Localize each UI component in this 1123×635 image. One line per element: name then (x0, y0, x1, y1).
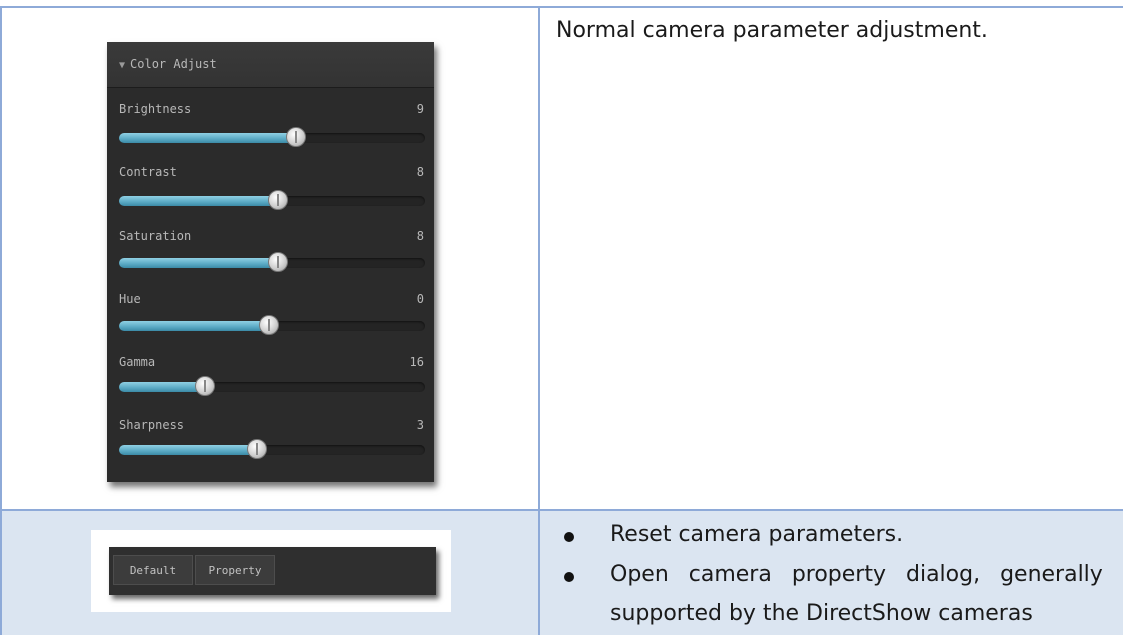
color-adjust-title-text: Color Adjust (130, 57, 217, 71)
color-adjust-header[interactable]: ▼ Color Adjust (107, 42, 434, 88)
bullet-item-property-line1: Open camera property dialog, generally (610, 562, 1103, 587)
bullet-icon (564, 532, 574, 542)
hue-label: Hue (119, 292, 141, 306)
sharpness-label: Sharpness (119, 418, 185, 432)
gamma-slider[interactable] (119, 376, 425, 396)
row1-description: Normal camera parameter adjustment. (556, 18, 988, 43)
contrast-slider-thumb[interactable] (268, 190, 288, 210)
table-border-middle (0, 509, 1123, 511)
property-button[interactable]: Property (195, 555, 275, 585)
contrast-slider[interactable] (119, 190, 425, 210)
hue-slider[interactable] (119, 315, 425, 335)
saturation-slider-fill (119, 258, 278, 268)
table-border-top (0, 6, 1123, 8)
hue-value: 0 (416, 292, 424, 306)
bullet-icon (564, 572, 574, 582)
contrast-label: Contrast (119, 165, 177, 179)
collapse-triangle-icon: ▼ (119, 60, 126, 71)
brightness-value: 9 (416, 102, 424, 116)
document-table: Normal camera parameter adjustment. ▼ Col… (0, 0, 1123, 635)
brightness-label: Brightness (119, 102, 192, 116)
contrast-slider-fill (119, 196, 278, 206)
bullet-item-property-line2: supported by the DirectShow cameras (610, 601, 1033, 626)
sharpness-slider-thumb[interactable] (247, 439, 267, 459)
table-border-left (0, 6, 2, 635)
saturation-value: 8 (416, 229, 424, 243)
saturation-slider[interactable] (119, 252, 425, 272)
gamma-slider-thumb[interactable] (195, 376, 215, 396)
brightness-slider-thumb[interactable] (286, 127, 306, 147)
sharpness-slider-fill (119, 445, 257, 455)
contrast-value: 8 (416, 165, 424, 179)
brightness-slider-fill (119, 133, 296, 143)
default-button[interactable]: Default (113, 555, 193, 585)
saturation-slider-thumb[interactable] (268, 252, 288, 272)
gamma-value: 16 (409, 355, 424, 369)
bullet-item-reset: Reset camera parameters. (610, 522, 904, 547)
hue-slider-fill (119, 321, 269, 331)
hue-slider-thumb[interactable] (259, 315, 279, 335)
gamma-slider-fill (119, 382, 205, 392)
table-border-center (538, 6, 540, 635)
sharpness-value: 3 (416, 418, 424, 432)
color-adjust-panel: ▼ Color Adjust Brightness 9 Contrast 8 Sa… (107, 42, 434, 482)
color-adjust-title: ▼ Color Adjust (119, 57, 217, 71)
brightness-slider[interactable] (119, 127, 425, 147)
gamma-label: Gamma (119, 355, 156, 369)
saturation-label: Saturation (119, 229, 192, 243)
sharpness-slider[interactable] (119, 439, 425, 459)
button-bar-panel: Default Property (109, 547, 436, 595)
